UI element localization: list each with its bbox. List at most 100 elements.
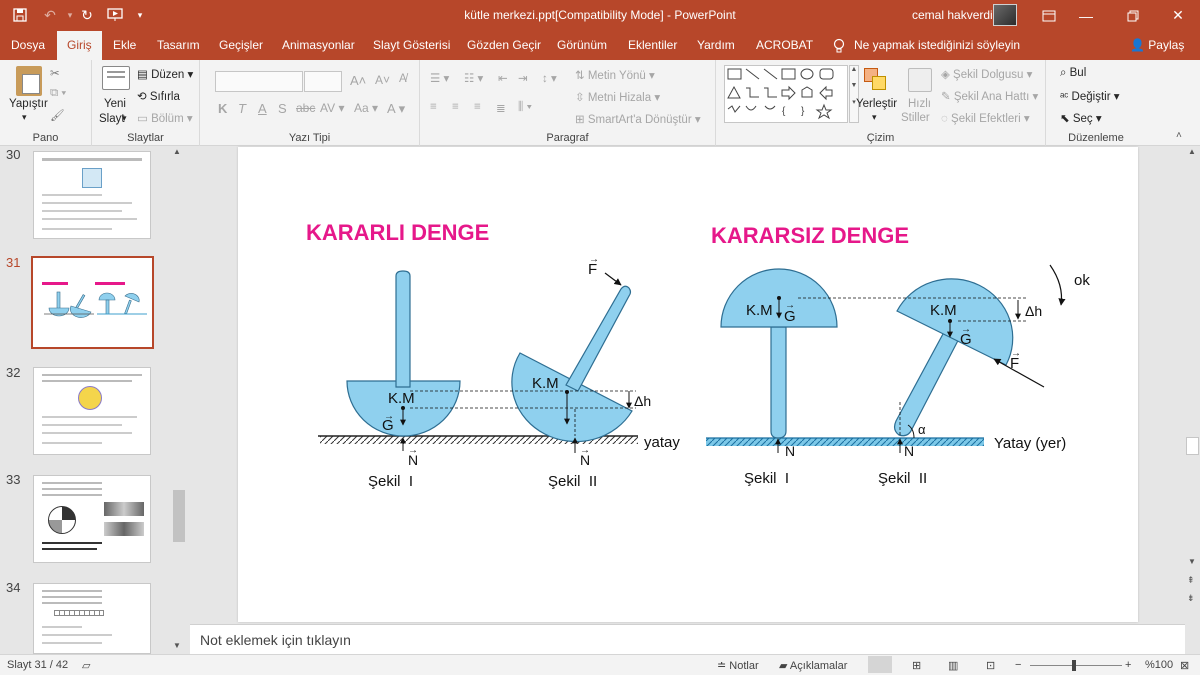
- spell-check-icon[interactable]: ▱: [82, 659, 90, 672]
- find-button[interactable]: ⌕ Bul: [1060, 67, 1086, 80]
- new-slide-label-1[interactable]: Yeni: [104, 98, 126, 110]
- tab-transitions[interactable]: Geçişler: [219, 31, 263, 60]
- collapse-ribbon-icon[interactable]: ˄: [1176, 130, 1182, 141]
- restore-icon[interactable]: [1110, 0, 1156, 31]
- thumbnails-scrollbar[interactable]: ▲ ▼: [171, 147, 186, 654]
- new-slide-label-2[interactable]: Slayt: [99, 113, 125, 125]
- increase-font-icon[interactable]: A˄: [350, 73, 366, 88]
- avatar[interactable]: [993, 4, 1017, 26]
- user-name[interactable]: cemal hakverdi: [912, 8, 993, 22]
- layout-button[interactable]: ▤ Düzen ▾: [137, 67, 193, 81]
- quick-styles-icon[interactable]: [908, 68, 932, 92]
- slide-sorter-icon[interactable]: ⊞: [912, 659, 921, 672]
- arrange-icon[interactable]: [864, 68, 888, 92]
- arrange-button[interactable]: Yerleştir: [856, 98, 897, 110]
- zoom-slider[interactable]: [1030, 665, 1122, 666]
- share-button[interactable]: 👤 Paylaş: [1130, 31, 1184, 60]
- slide-thumbnail-33[interactable]: [33, 475, 151, 563]
- slide-thumbnail-34[interactable]: [33, 583, 151, 654]
- decrease-font-icon[interactable]: A˅: [375, 73, 390, 87]
- zoom-out-icon[interactable]: −: [1015, 659, 1021, 671]
- reading-view-icon[interactable]: ▥: [948, 659, 958, 672]
- previous-slide-icon[interactable]: ⇞: [1187, 575, 1195, 586]
- zoom-in-icon[interactable]: +: [1125, 659, 1131, 671]
- tell-me-search[interactable]: Ne yapmak istediğinizi söyleyin: [832, 31, 1020, 60]
- slide-thumbnail-32[interactable]: [33, 367, 151, 455]
- bullets-icon[interactable]: ☰ ▾: [430, 71, 449, 85]
- align-left-icon[interactable]: ≡: [430, 101, 437, 113]
- select-button[interactable]: ⬉ Seç ▾: [1060, 111, 1102, 125]
- increase-indent-icon[interactable]: ⇥: [518, 71, 528, 85]
- zoom-level[interactable]: %100: [1145, 659, 1173, 671]
- replace-button[interactable]: ᵃᶜ Değiştir ▾: [1060, 89, 1120, 103]
- slide-thumbnail-30[interactable]: [33, 151, 151, 239]
- font-color-icon[interactable]: A ▾: [387, 101, 405, 117]
- normal-view-icon[interactable]: [868, 656, 892, 673]
- paste-icon[interactable]: [16, 66, 42, 96]
- justify-icon[interactable]: ≣: [496, 101, 506, 115]
- numbering-icon[interactable]: ☷ ▾: [464, 71, 483, 85]
- tab-acrobat[interactable]: ACROBAT: [756, 31, 813, 60]
- minimize-icon[interactable]: —: [1063, 0, 1109, 31]
- tab-view[interactable]: Görünüm: [557, 31, 607, 60]
- fit-slide-icon[interactable]: ⊠: [1180, 659, 1189, 672]
- underline-icon[interactable]: A: [258, 101, 267, 116]
- format-painter-icon[interactable]: 🖌: [50, 108, 65, 122]
- text-direction-button[interactable]: ⇅ Metin Yönü ▾: [575, 68, 655, 82]
- next-slide-icon[interactable]: ⇟: [1187, 593, 1195, 604]
- tab-design[interactable]: Tasarım: [157, 31, 200, 60]
- strikethrough-icon[interactable]: abc: [296, 101, 315, 115]
- tab-addins[interactable]: Eklentiler: [628, 31, 677, 60]
- section-button[interactable]: ▭ Bölüm ▾: [137, 111, 193, 125]
- clear-format-icon[interactable]: A̸: [399, 73, 407, 85]
- tab-file[interactable]: Dosya: [11, 31, 45, 60]
- comments-toggle[interactable]: ▰ Açıklamalar: [779, 659, 847, 672]
- scroll-down-icon[interactable]: ▼: [1188, 557, 1196, 566]
- reset-button[interactable]: ⟲ Sıfırla: [137, 89, 180, 103]
- font-size-select[interactable]: [304, 71, 342, 92]
- notes-toggle[interactable]: ≐ Notlar: [717, 659, 759, 672]
- scroll-down-icon[interactable]: ▼: [173, 641, 181, 650]
- shapes-gallery-scroll[interactable]: ▲ ▼ ▾: [849, 65, 859, 123]
- char-spacing-icon[interactable]: AV ▾: [320, 101, 344, 115]
- paste-dropdown-icon[interactable]: ▾: [22, 112, 27, 123]
- shadow-icon[interactable]: S: [278, 101, 287, 116]
- quick-styles-label-2[interactable]: Stiller: [901, 112, 930, 124]
- shapes-gallery[interactable]: {}: [724, 65, 848, 123]
- tab-home[interactable]: Giriş: [57, 31, 102, 60]
- quick-styles-label-1[interactable]: Hızlı: [908, 98, 931, 110]
- smartart-button[interactable]: ⊞ SmartArt'a Dönüştür ▾: [575, 112, 701, 126]
- shape-outline-button[interactable]: ✎ Şekil Ana Hattı ▾: [941, 89, 1038, 103]
- tab-review[interactable]: Gözden Geçir: [467, 31, 541, 60]
- notes-pane[interactable]: Not eklemek için tıklayın: [190, 624, 1185, 654]
- line-spacing-icon[interactable]: ↕ ▾: [542, 71, 557, 85]
- cut-icon[interactable]: ✂: [50, 66, 60, 80]
- italic-icon[interactable]: T: [238, 101, 246, 116]
- bold-icon[interactable]: K: [218, 101, 227, 116]
- tab-help[interactable]: Yardım: [697, 31, 735, 60]
- copy-icon[interactable]: ⧉ ▾: [50, 87, 66, 100]
- scroll-up-icon[interactable]: ▲: [1188, 147, 1196, 156]
- paste-button[interactable]: Yapıştır: [9, 98, 48, 110]
- slide-scroll-thumb[interactable]: [1186, 437, 1199, 455]
- tab-animations[interactable]: Animasyonlar: [282, 31, 355, 60]
- slide-thumbnail-31[interactable]: [31, 256, 154, 349]
- slide-canvas[interactable]: KARARLI DENGE K.M G → N → Şekil I K.M Δh…: [238, 147, 1138, 622]
- align-center-icon[interactable]: ≡: [452, 101, 459, 113]
- slide-scrollbar[interactable]: ▲ ▼ ⇞ ⇟: [1185, 147, 1200, 654]
- align-text-button[interactable]: ⇳ Metni Hizala ▾: [575, 90, 660, 104]
- tab-slideshow[interactable]: Slayt Gösterisi: [373, 31, 450, 60]
- arrange-dropdown-icon[interactable]: ▾: [872, 112, 877, 123]
- new-slide-icon[interactable]: [102, 66, 130, 90]
- close-icon[interactable]: ✕: [1155, 0, 1200, 31]
- font-family-select[interactable]: [215, 71, 303, 92]
- tab-insert[interactable]: Ekle: [113, 31, 136, 60]
- change-case-icon[interactable]: Aa ▾: [354, 101, 378, 115]
- new-slide-dropdown-icon[interactable]: ▾: [122, 113, 127, 124]
- columns-icon[interactable]: ⫼ ▾: [518, 101, 532, 114]
- slideshow-view-icon[interactable]: ⊡: [986, 659, 995, 672]
- decrease-indent-icon[interactable]: ⇤: [498, 71, 508, 85]
- align-right-icon[interactable]: ≡: [474, 101, 481, 113]
- notes-placeholder[interactable]: Not eklemek için tıklayın: [200, 632, 351, 648]
- scroll-thumb[interactable]: [173, 490, 185, 542]
